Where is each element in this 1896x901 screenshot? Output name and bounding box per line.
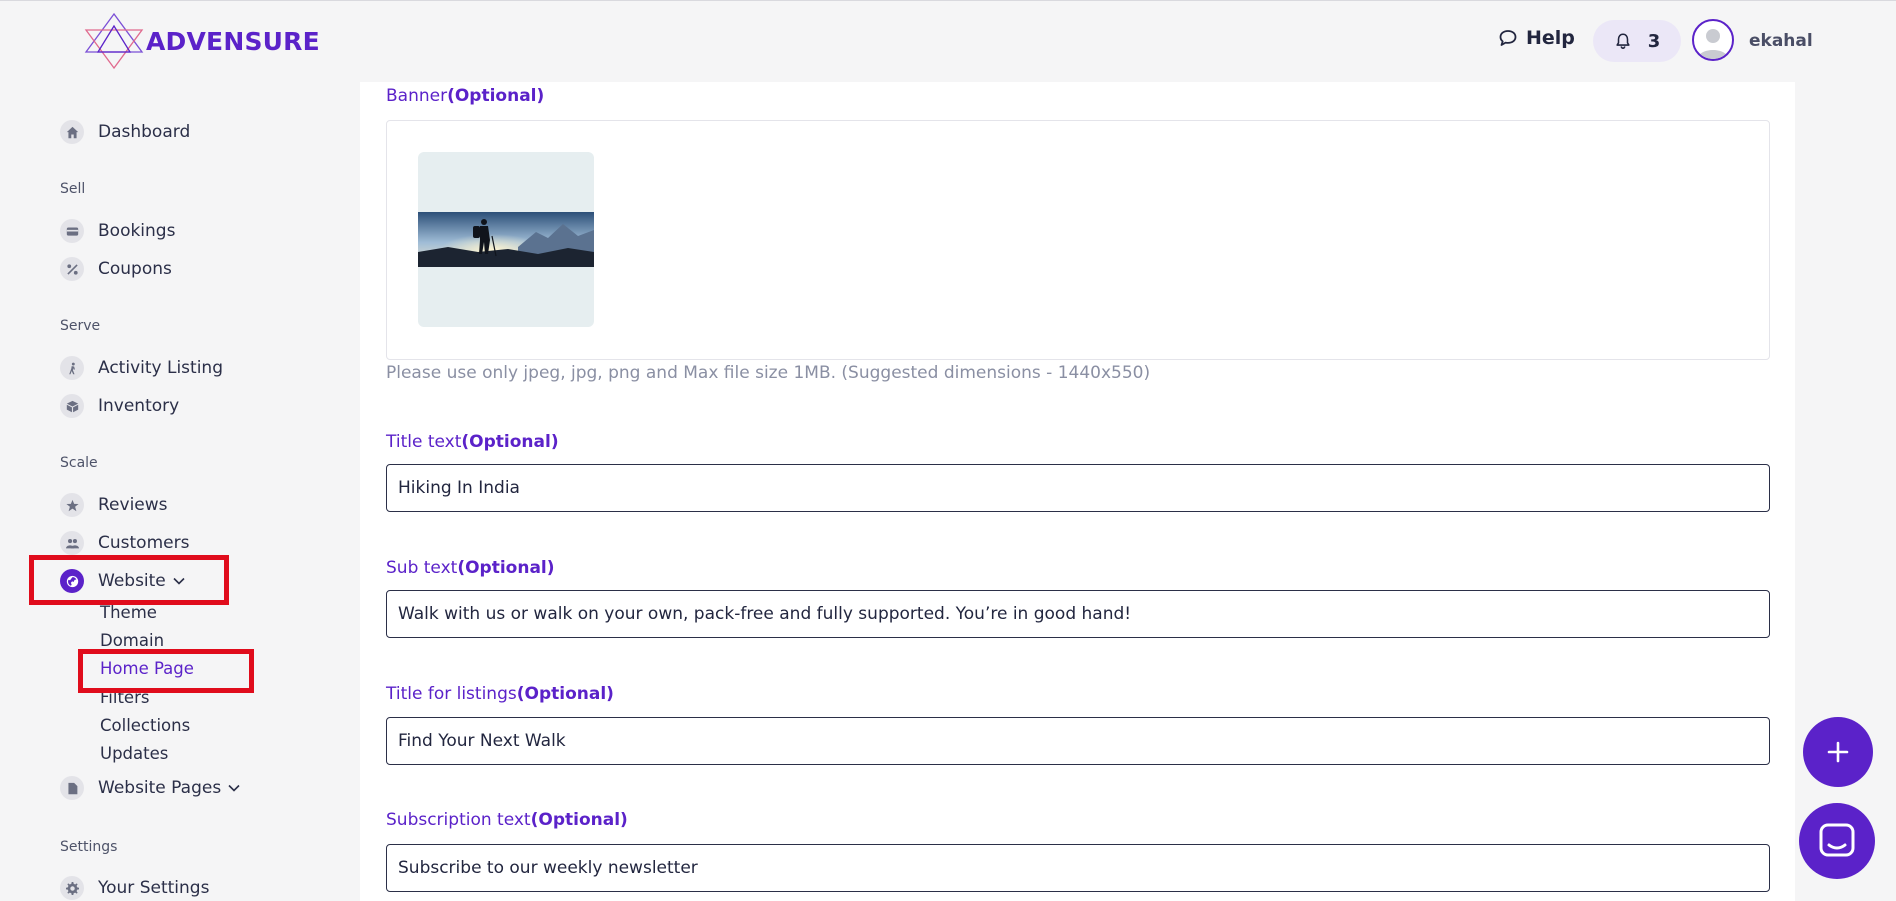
sidebar-subitem-updates[interactable]: Updates	[100, 744, 168, 763]
sidebar-item-label: Website Pages	[98, 778, 222, 798]
sidebar-subitem-theme[interactable]: Theme	[100, 603, 157, 622]
help-button[interactable]: Help	[1498, 27, 1575, 49]
top-divider	[0, 0, 1896, 1]
sidebar-item-label: Customers	[98, 533, 190, 553]
sidebar-item-label: Reviews	[98, 495, 168, 515]
percent-icon	[60, 257, 84, 281]
sidebar-item-label: Coupons	[98, 259, 172, 279]
section-label-settings: Settings	[60, 839, 118, 855]
sidebar-item-label: Your Settings	[98, 878, 210, 898]
gear-icon	[60, 876, 84, 900]
sidebar-subitem-collections[interactable]: Collections	[100, 716, 190, 735]
notifications-button[interactable]: 3	[1593, 20, 1681, 62]
star-icon	[60, 493, 84, 517]
highlight-website	[29, 555, 229, 605]
listings-title-label: Title for listings(Optional)	[386, 684, 614, 704]
sidebar-item-bookings[interactable]: Bookings	[60, 218, 175, 244]
avatar[interactable]	[1692, 19, 1734, 61]
live-chat-button[interactable]	[1799, 803, 1875, 879]
sidebar-item-dashboard[interactable]: Dashboard	[60, 119, 190, 145]
section-label-sell: Sell	[60, 181, 86, 197]
brand-logo[interactable]: ADVENSURE	[84, 12, 320, 70]
sidebar-item-label: Activity Listing	[98, 358, 223, 378]
highlight-home-page	[78, 649, 254, 693]
hiker-banner-image	[418, 212, 594, 267]
bell-icon	[1616, 33, 1630, 49]
chat-widget-icon	[1819, 823, 1855, 857]
sidebar-item-your-settings[interactable]: Your Settings	[60, 875, 209, 901]
banner-hint: Please use only jpeg, jpg, png and Max f…	[386, 363, 1151, 383]
sidebar-item-website-pages[interactable]: Website Pages	[60, 775, 241, 801]
sidebar-item-label: Dashboard	[98, 122, 191, 142]
banner-label: Banner(Optional)	[386, 86, 545, 106]
sidebar-subitem-domain[interactable]: Domain	[100, 631, 164, 650]
title-text-label: Title text(Optional)	[386, 432, 559, 452]
hiker-icon	[60, 356, 84, 380]
subscription-text-input[interactable]	[386, 844, 1770, 892]
sidebar-item-coupons[interactable]: Coupons	[60, 256, 172, 282]
home-icon	[60, 120, 84, 144]
section-label-serve: Serve	[60, 318, 101, 334]
sub-text-input[interactable]	[386, 590, 1770, 638]
username[interactable]: ekahal	[1749, 31, 1813, 51]
users-icon	[60, 531, 84, 555]
file-icon	[60, 776, 84, 800]
sidebar-item-activity-listing[interactable]: Activity Listing	[60, 355, 223, 381]
notification-count: 3	[1647, 30, 1661, 52]
sidebar-item-reviews[interactable]: Reviews	[60, 492, 168, 518]
add-button[interactable]	[1803, 717, 1873, 787]
sidebar-item-label: Inventory	[98, 396, 180, 416]
logo-mark-icon	[84, 12, 144, 70]
banner-thumbnail[interactable]	[418, 152, 594, 327]
chat-bubble-icon	[1499, 30, 1517, 46]
subscription-text-label: Subscription text(Optional)	[386, 810, 628, 830]
help-label: Help	[1526, 27, 1575, 49]
sub-text-label: Sub text(Optional)	[386, 558, 555, 578]
card-icon	[60, 219, 84, 243]
brand-name: ADVENSURE	[146, 26, 320, 56]
box-icon	[60, 394, 84, 418]
title-text-input[interactable]	[386, 464, 1770, 512]
chevron-down-icon	[228, 784, 240, 792]
sidebar-item-label: Bookings	[98, 221, 176, 241]
user-icon	[1698, 29, 1728, 59]
section-label-scale: Scale	[60, 455, 98, 471]
listings-title-input[interactable]	[386, 717, 1770, 765]
plus-icon	[1827, 741, 1849, 763]
sidebar-item-inventory[interactable]: Inventory	[60, 393, 179, 419]
sidebar-item-customers[interactable]: Customers	[60, 530, 189, 556]
